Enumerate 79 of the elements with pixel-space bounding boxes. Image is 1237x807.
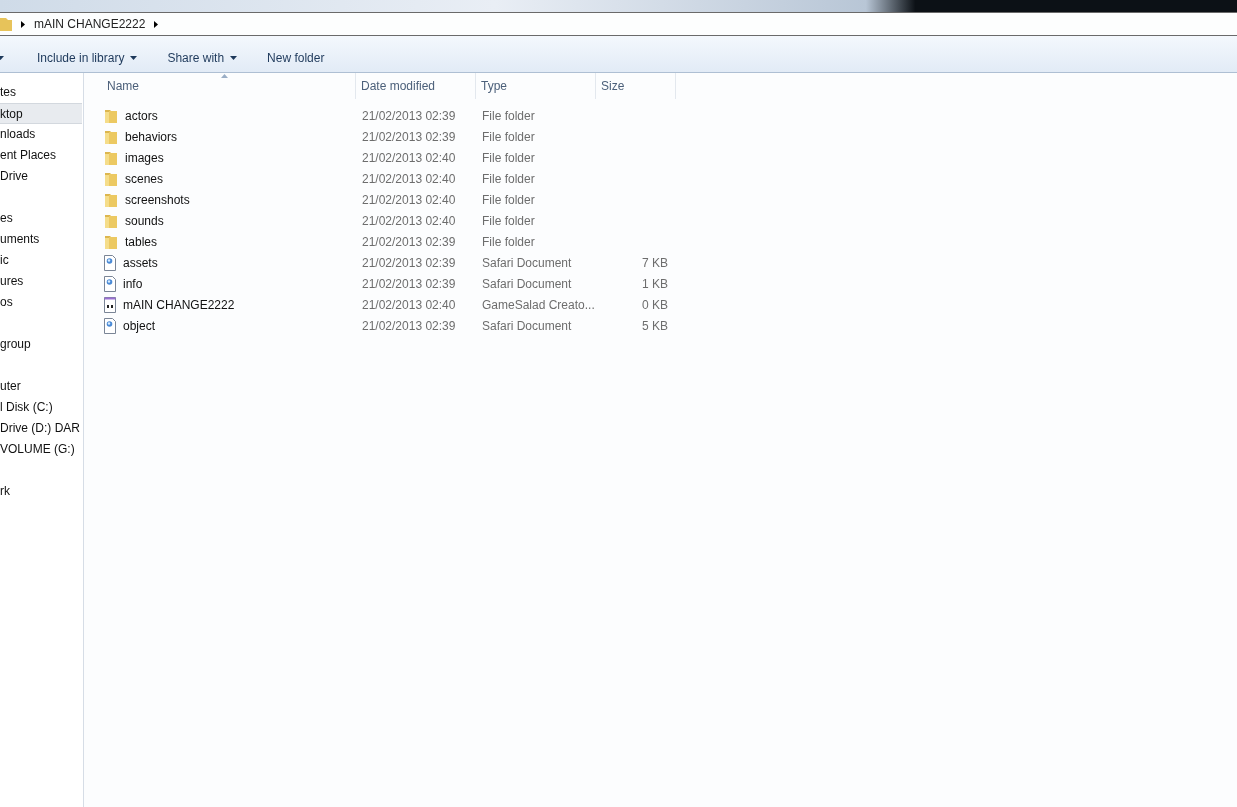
sidebar-item[interactable]: group (0, 334, 83, 355)
table-cell: 21/02/2013 02:40 (362, 150, 456, 165)
table-cell: File folder (482, 171, 535, 186)
folder-icon (104, 170, 118, 187)
table-cell: 21/02/2013 02:40 (362, 213, 456, 228)
folder-icon (104, 128, 118, 145)
file-name[interactable]: mAIN CHANGE2222 (123, 295, 235, 314)
toolbar-button[interactable]: Include in library (32, 45, 143, 70)
document-icon (104, 254, 116, 271)
table-cell: File folder (482, 129, 535, 144)
table-cell: File folder (482, 192, 535, 207)
document-icon (104, 296, 116, 313)
table-cell: 21/02/2013 02:40 (362, 192, 456, 207)
sidebar-item[interactable]: VOLUME (G:) (0, 439, 83, 460)
table-cell: 21/02/2013 02:39 (362, 255, 456, 270)
table-cell: GameSalad Creato... (482, 297, 595, 312)
table-cell: Safari Document (482, 276, 572, 291)
table-cell: Safari Document (482, 318, 572, 333)
column-header[interactable]: Type (476, 73, 596, 99)
sidebar-item[interactable]: nloads (0, 124, 83, 145)
folder-icon (104, 212, 118, 229)
breadcrumb-item[interactable]: mAIN CHANGE2222 (34, 15, 146, 33)
table-cell-text: 0 KB (642, 296, 668, 314)
table-cell-text: 7 KB (642, 254, 668, 272)
table-cell: 21/02/2013 02:40 (362, 171, 456, 186)
toolbar-button[interactable]: New folder (262, 45, 330, 70)
table-cell: File folder (482, 234, 535, 249)
table-cell: File folder (482, 108, 535, 123)
sidebar-item[interactable]: uter (0, 376, 83, 397)
sidebar-item[interactable]: es (0, 208, 83, 229)
sidebar-item[interactable]: ures (0, 271, 83, 292)
folder-icon (104, 149, 118, 166)
column-header[interactable]: Date modified (356, 73, 476, 99)
sidebar-item[interactable]: os (0, 292, 83, 313)
table-cell-text: 1 KB (642, 275, 668, 293)
caret-icon (230, 55, 238, 60)
chevron-right-icon (21, 20, 25, 28)
chevron-right-icon (154, 20, 159, 28)
table-cell: 21/02/2013 02:39 (362, 234, 456, 249)
sidebar-item[interactable]: Drive (D:) DAR (0, 418, 83, 439)
column-header[interactable]: Size (596, 73, 676, 99)
table-cell: File folder (482, 150, 535, 165)
folder-icon (104, 233, 118, 250)
table-cell: File folder (482, 213, 535, 228)
folder-icon (0, 16, 12, 32)
column-header[interactable]: Name (102, 73, 356, 99)
sidebar-item[interactable]: ktop (0, 103, 82, 124)
file-name[interactable]: scenes (125, 169, 164, 188)
file-name[interactable]: screenshots (125, 190, 190, 209)
sidebar-item[interactable]: rk (0, 481, 83, 502)
table-cell: Safari Document (482, 255, 572, 270)
sidebar-item[interactable]: tes (0, 82, 83, 103)
folder-icon (104, 107, 118, 124)
file-name[interactable]: tables (125, 232, 158, 251)
file-name[interactable]: object (123, 316, 156, 335)
table-cell: 21/02/2013 02:39 (362, 318, 456, 333)
table-cell-text: 5 KB (642, 317, 668, 335)
sidebar-item[interactable]: l Disk (C:) (0, 397, 83, 418)
table-cell: 21/02/2013 02:39 (362, 129, 456, 144)
table-cell: 21/02/2013 02:40 (362, 297, 456, 312)
file-name[interactable]: behaviors (125, 127, 178, 146)
sort-arrow-icon (221, 74, 228, 78)
sidebar-item[interactable]: ic (0, 250, 83, 271)
file-name[interactable]: info (123, 274, 143, 293)
table-cell: 21/02/2013 02:39 (362, 276, 456, 291)
sidebar-item[interactable]: uments (0, 229, 83, 250)
file-name[interactable]: actors (125, 106, 158, 125)
sidebar-item[interactable]: Drive (0, 166, 83, 187)
caret-icon[interactable] (0, 55, 4, 60)
document-icon (104, 275, 116, 292)
folder-icon (104, 191, 118, 208)
file-name[interactable]: sounds (125, 211, 164, 230)
sidebar-item[interactable]: ent Places (0, 145, 83, 166)
document-icon (104, 317, 116, 334)
file-name[interactable]: assets (123, 253, 158, 272)
caret-icon (130, 55, 138, 60)
toolbar-button[interactable]: Share with (162, 45, 243, 70)
table-cell: 21/02/2013 02:39 (362, 108, 456, 123)
file-name[interactable]: images (125, 148, 164, 167)
